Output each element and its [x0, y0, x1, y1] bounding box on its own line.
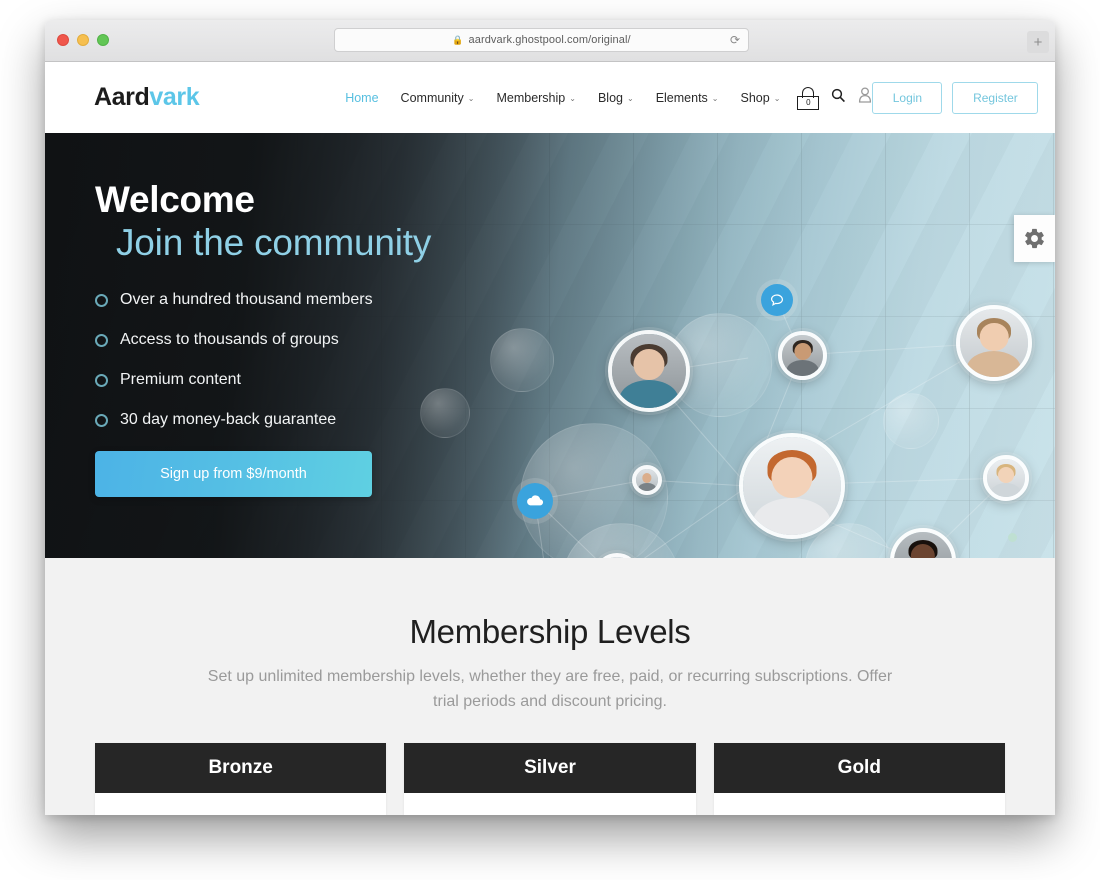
hero-copy: Welcome Join the community Over a hundre…: [95, 179, 432, 498]
main-navigation: Home Community ⌄ Membership ⌄ Blog ⌄ Ele…: [345, 91, 780, 105]
list-item: 30 day money-back guarantee: [95, 411, 431, 429]
card-body: $: [95, 793, 386, 815]
site-logo[interactable]: Aardvark: [94, 83, 200, 112]
logo-part-one: Aard: [94, 83, 150, 111]
avatar: [983, 455, 1029, 501]
nav-label: Shop: [740, 90, 770, 105]
header-icon-group: 0: [797, 86, 872, 110]
card-title: Silver: [404, 742, 696, 793]
nav-item-blog[interactable]: Blog ⌄: [598, 91, 634, 105]
feature-label: 30 day money-back guarantee: [120, 411, 337, 429]
close-window-button[interactable]: [57, 34, 69, 46]
avatar-face: [633, 348, 665, 380]
avatar: [778, 331, 827, 380]
avatar: [739, 433, 845, 539]
nav-item-shop[interactable]: Shop ⌄: [741, 91, 781, 105]
auth-buttons: Login Register: [872, 81, 1039, 114]
nav-item-home[interactable]: Home: [345, 91, 378, 105]
avatar-body: [619, 379, 679, 408]
logo-part-two: vark: [149, 83, 200, 111]
pricing-card-bronze[interactable]: Bronze $: [95, 742, 387, 815]
chat-bubble-icon: [761, 284, 793, 316]
register-button[interactable]: Register: [952, 81, 1039, 114]
cart-count: 0: [797, 95, 820, 110]
feature-label: Premium content: [120, 371, 241, 389]
accent-dot: [1008, 533, 1017, 542]
gear-icon[interactable]: [1014, 215, 1055, 262]
bullet-circle-icon: [95, 333, 108, 347]
site-header: Aardvark Home Community ⌄ Membership ⌄ B…: [45, 62, 1055, 133]
pricing-card-gold[interactable]: Gold $: [713, 742, 1005, 815]
lock-icon: 🔒: [452, 34, 464, 45]
nav-label: Elements: [655, 90, 708, 105]
chevron-down-icon: ⌄: [569, 94, 576, 103]
hero-banner: Welcome Join the community Over a hundre…: [45, 133, 1055, 558]
section-subtitle: Set up unlimited membership levels, whet…: [207, 668, 893, 710]
card-body: $: [404, 793, 695, 815]
signup-cta-button[interactable]: Sign up from $9/month: [95, 451, 372, 498]
user-icon[interactable]: [858, 87, 872, 108]
nav-label: Community: [400, 90, 464, 105]
new-tab-button[interactable]: +: [1027, 31, 1049, 53]
avatar: [608, 330, 690, 412]
shopping-bag-icon[interactable]: 0: [797, 86, 820, 110]
screenshot-root: 🔒 aardvark.ghostpool.com/original/ ⟳ + A…: [0, 0, 1100, 880]
reload-icon[interactable]: ⟳: [730, 33, 740, 47]
cloud-icon: [517, 483, 553, 519]
nav-label: Home: [345, 90, 379, 105]
avatar: [632, 465, 662, 495]
nav-item-membership[interactable]: Membership ⌄: [496, 91, 575, 105]
browser-chrome: 🔒 aardvark.ghostpool.com/original/ ⟳ +: [45, 20, 1055, 62]
maximize-window-button[interactable]: [97, 34, 109, 46]
decorative-bubble: [883, 393, 939, 449]
avatar-face: [998, 466, 1014, 483]
nav-item-community[interactable]: Community ⌄: [401, 91, 475, 105]
login-button[interactable]: Login: [872, 81, 943, 114]
pricing-card-list: Bronze $ Silver $ Gold $: [95, 742, 1005, 815]
card-body: $: [714, 793, 1005, 815]
pricing-card-silver[interactable]: Silver $: [404, 742, 696, 815]
avatar-body: [638, 482, 656, 491]
decorative-bubble: [490, 328, 554, 392]
chevron-down-icon: ⌄: [626, 94, 634, 103]
list-item: Premium content: [95, 371, 431, 389]
nav-label: Blog: [597, 90, 623, 105]
list-item: Over a hundred thousand members: [95, 291, 431, 309]
bullet-circle-icon: [95, 373, 108, 387]
avatar-body: [786, 360, 819, 376]
hero-feature-list: Over a hundred thousand members Access t…: [95, 291, 431, 429]
feature-label: Over a hundred thousand members: [120, 291, 373, 309]
section-title: Membership Levels: [409, 613, 691, 650]
card-title: Bronze: [95, 742, 387, 793]
avatar-image: [598, 557, 636, 558]
hero-heading-line2: Join the community: [116, 221, 432, 263]
avatar: [890, 528, 956, 558]
feature-label: Access to thousands of groups: [120, 331, 339, 349]
browser-window: 🔒 aardvark.ghostpool.com/original/ ⟳ + A…: [45, 20, 1055, 815]
chevron-down-icon: ⌄: [773, 94, 781, 103]
nav-item-elements[interactable]: Elements ⌄: [656, 91, 719, 105]
membership-levels-section: Membership Levels Set up unlimited membe…: [45, 558, 1055, 815]
avatar-face: [771, 456, 813, 498]
hero-heading-line1: Welcome: [95, 179, 255, 220]
nav-label: Membership: [496, 90, 566, 105]
search-icon[interactable]: [831, 88, 846, 108]
avatar-face: [979, 322, 1009, 352]
minimize-window-button[interactable]: [77, 34, 89, 46]
window-traffic-lights[interactable]: [57, 34, 109, 46]
avatar-body: [990, 482, 1022, 497]
chevron-down-icon: ⌄: [711, 94, 719, 103]
card-title: Gold: [713, 742, 1005, 793]
chevron-down-icon: ⌄: [467, 94, 475, 103]
list-item: Access to thousands of groups: [95, 331, 431, 349]
bullet-circle-icon: [95, 293, 108, 307]
url-text: aardvark.ghostpool.com/original/: [468, 34, 631, 46]
bullet-circle-icon: [95, 413, 108, 427]
address-bar[interactable]: 🔒 aardvark.ghostpool.com/original/ ⟳: [334, 28, 749, 52]
avatar-body: [966, 351, 1022, 377]
avatar: [956, 305, 1032, 381]
